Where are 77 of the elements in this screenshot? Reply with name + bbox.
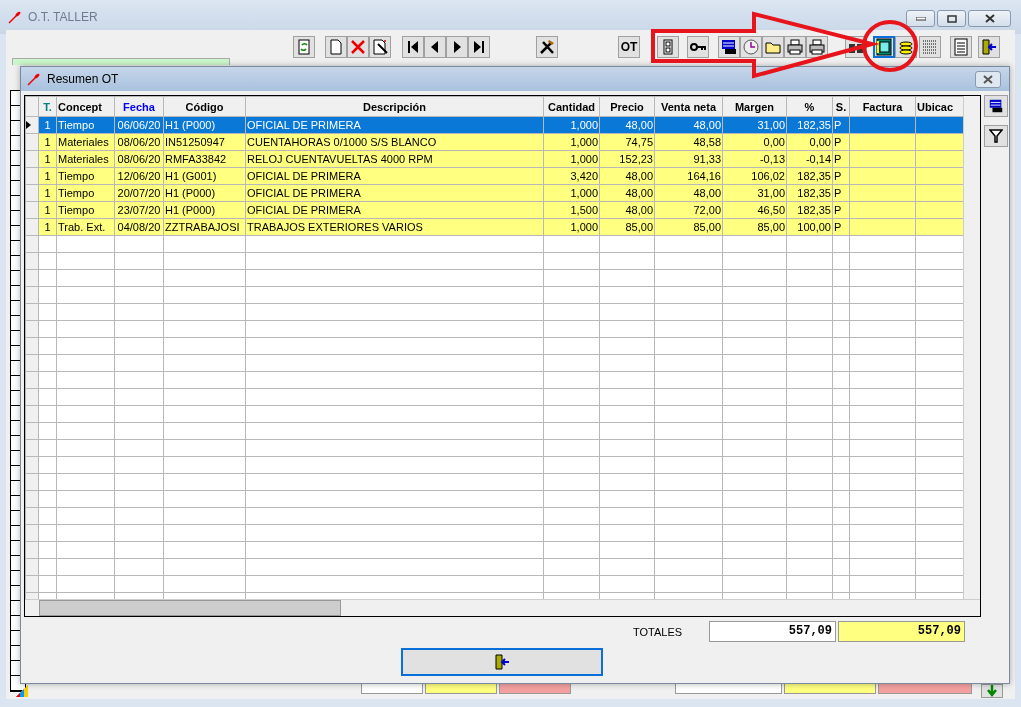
column-header[interactable]: Concept	[56, 96, 115, 117]
input-field[interactable]	[425, 684, 497, 694]
column-header[interactable]: Factura	[849, 96, 916, 117]
vertical-scrollbar[interactable]	[963, 96, 980, 599]
tools-icon	[538, 38, 556, 56]
toolbar-button[interactable]	[718, 36, 740, 58]
toolbar-button[interactable]	[424, 36, 446, 58]
down-arrow-icon	[987, 685, 997, 697]
exit-icon	[493, 653, 511, 671]
table-cell: P	[832, 116, 850, 134]
close-button[interactable]	[975, 70, 1001, 88]
printer-icon	[808, 38, 826, 56]
input-field[interactable]	[675, 684, 782, 694]
column-header[interactable]: Cantidad	[543, 96, 600, 117]
exit-icon	[980, 38, 998, 56]
toolbar-button[interactable]	[784, 36, 806, 58]
table-cell: P	[832, 218, 850, 236]
toolbar-button[interactable]	[978, 36, 1000, 58]
window-title: O.T. TALLER	[28, 10, 98, 24]
maximize-button[interactable]	[937, 10, 966, 27]
clock-icon	[742, 38, 760, 56]
close-button[interactable]	[968, 10, 1011, 27]
document-icon	[952, 38, 970, 56]
app-logo-icon	[27, 72, 41, 86]
input-field[interactable]	[12, 58, 230, 65]
column-header[interactable]: Fecha	[114, 96, 164, 117]
coins-icon	[897, 38, 915, 56]
minimize-button[interactable]	[906, 10, 935, 27]
input-field[interactable]	[361, 684, 423, 694]
minimize-icon	[915, 16, 926, 21]
calendar-icon	[988, 98, 1004, 114]
toolbar-button[interactable]	[402, 36, 424, 58]
exit-button[interactable]	[401, 648, 603, 676]
input-field[interactable]	[878, 684, 972, 694]
toolbar-button[interactable]	[806, 36, 828, 58]
refresh-icon	[295, 38, 313, 56]
horizontal-scrollbar[interactable]	[25, 599, 980, 616]
down-button[interactable]	[981, 684, 1003, 698]
app-logo-icon	[8, 10, 22, 24]
column-header[interactable]: Venta neta	[654, 96, 723, 117]
chart-button[interactable]	[984, 95, 1008, 117]
totals-label: TOTALES	[633, 625, 684, 638]
delete-icon	[349, 38, 367, 56]
toolbar-button[interactable]	[873, 36, 895, 58]
column-header[interactable]: Descripción	[245, 96, 544, 117]
scroll-thumb[interactable]	[39, 600, 341, 616]
new-page-icon	[327, 38, 345, 56]
column-header[interactable]: %	[786, 96, 833, 117]
maximize-icon	[946, 14, 957, 23]
dialog-title: Resumen OT	[47, 72, 119, 86]
close-icon	[984, 14, 995, 23]
wand-icon	[371, 38, 389, 56]
toolbar-button[interactable]	[687, 36, 709, 58]
filter-button[interactable]	[984, 125, 1008, 147]
grid-icon	[921, 38, 939, 56]
input-field[interactable]	[499, 684, 571, 694]
toolbar-button[interactable]	[536, 36, 558, 58]
total-value: 557,09	[838, 621, 965, 642]
toolbar-button[interactable]	[369, 36, 391, 58]
printer-icon	[786, 38, 804, 56]
palette-icon	[16, 685, 28, 697]
calendar-icon	[720, 38, 738, 56]
table-cell: P	[832, 184, 850, 202]
column-header[interactable]: Código	[163, 96, 246, 117]
filter-icon	[989, 129, 1003, 143]
close-icon	[983, 74, 993, 84]
toolbar-button[interactable]	[446, 36, 468, 58]
ledger-icon	[875, 38, 893, 56]
toolbar-button[interactable]	[468, 36, 490, 58]
table-cell: P	[832, 150, 850, 168]
total-value: 557,09	[709, 621, 836, 642]
column-header[interactable]: Precio	[599, 96, 655, 117]
circle-annotation	[862, 20, 918, 72]
input-field[interactable]	[784, 684, 876, 694]
column-header[interactable]: Margen	[722, 96, 787, 117]
column-header[interactable]: Ubicac	[915, 96, 963, 117]
ot-button[interactable]: OT	[618, 36, 640, 58]
